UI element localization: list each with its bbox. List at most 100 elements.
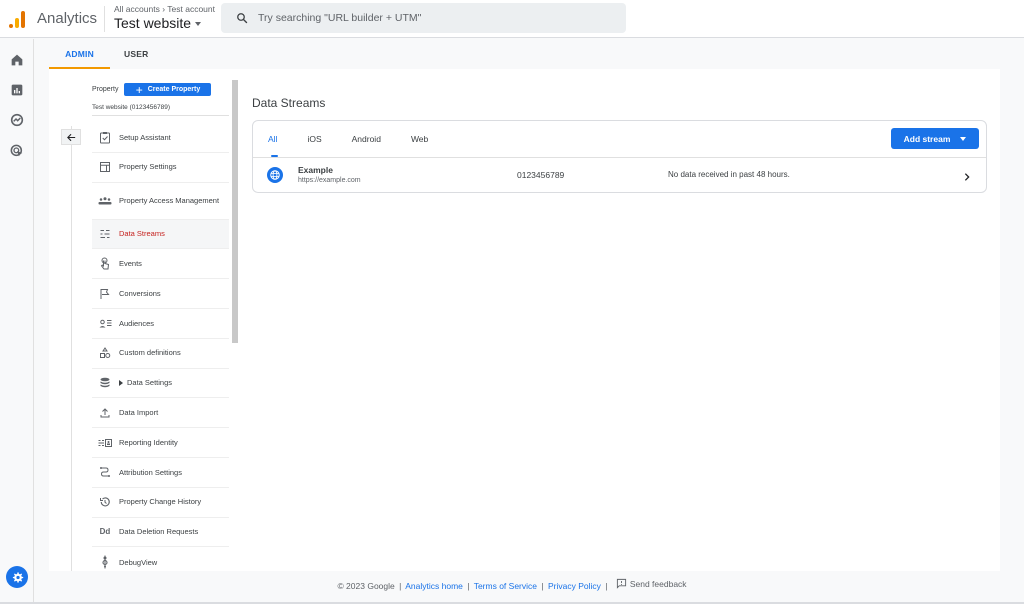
chevron-right-icon[interactable] bbox=[962, 169, 972, 187]
property-name: Test website bbox=[114, 15, 192, 31]
app-name: Analytics bbox=[37, 10, 98, 27]
menu-item-label: Attribution Settings bbox=[119, 467, 182, 477]
menu-item-custom-definitions[interactable]: Custom definitions bbox=[92, 339, 229, 369]
upload-icon bbox=[98, 406, 112, 420]
chevron-right-icon: › bbox=[162, 4, 166, 14]
menu-item-property-settings[interactable]: Property Settings bbox=[92, 153, 229, 183]
plus-icon: + bbox=[135, 82, 143, 97]
tab-user[interactable]: USER bbox=[110, 40, 164, 69]
shapes-icon bbox=[98, 346, 112, 360]
menu-item-label: Data Import bbox=[119, 408, 159, 418]
footer: © 2023 Google | Analytics home | Terms o… bbox=[0, 578, 1024, 592]
menu-item-label: Reporting Identity bbox=[119, 437, 178, 447]
menu-item-property-change-history[interactable]: Property Change History bbox=[92, 488, 229, 518]
database-icon bbox=[98, 376, 112, 390]
breadcrumb[interactable]: All accounts › Test account bbox=[114, 4, 215, 14]
divider bbox=[104, 6, 105, 32]
breadcrumb-accounts[interactable]: All accounts bbox=[114, 4, 160, 14]
caret-down-icon bbox=[195, 22, 202, 26]
audience-icon bbox=[98, 316, 112, 330]
attribution-icon bbox=[98, 465, 112, 479]
property-menu: Setup Assistant Property Settings Proper… bbox=[92, 123, 229, 577]
menu-item-label: Conversions bbox=[119, 288, 161, 298]
page-title: Data Streams bbox=[252, 96, 326, 110]
divider bbox=[92, 115, 229, 116]
left-nav bbox=[0, 39, 34, 604]
separator: | bbox=[399, 581, 402, 591]
stream-row[interactable]: Example https://example.com 0123456789 N… bbox=[253, 158, 986, 193]
advertising-icon[interactable] bbox=[9, 143, 25, 159]
tab-ios[interactable]: iOS bbox=[307, 121, 321, 157]
menu-item-reporting-identity[interactable]: Reporting Identity bbox=[92, 428, 229, 458]
data-streams-icon bbox=[98, 227, 112, 241]
admin-panel: Property + Create Property Test website … bbox=[49, 69, 1000, 571]
column-divider bbox=[71, 126, 72, 571]
caret-down-icon bbox=[960, 136, 967, 141]
menu-item-conversions[interactable]: Conversions bbox=[92, 279, 229, 309]
flag-icon bbox=[98, 287, 112, 301]
terms-link[interactable]: Terms of Service bbox=[474, 581, 537, 591]
reports-icon[interactable] bbox=[9, 82, 25, 98]
reporting-identity-icon bbox=[98, 436, 112, 450]
settings-panel-icon bbox=[98, 160, 112, 174]
tab-android[interactable]: Android bbox=[352, 121, 381, 157]
menu-item-data-deletion-requests[interactable]: Dd Data Deletion Requests bbox=[92, 518, 229, 548]
tab-all[interactable]: All bbox=[268, 121, 279, 157]
menu-item-label: Events bbox=[119, 259, 142, 269]
privacy-link[interactable]: Privacy Policy bbox=[548, 581, 601, 591]
menu-item-audiences[interactable]: Audiences bbox=[92, 309, 229, 339]
menu-item-property-access-management[interactable]: Property Access Management bbox=[92, 183, 229, 220]
data-streams-card: All iOS Android Web Add stream Example h… bbox=[252, 120, 987, 193]
menu-item-label: Audiences bbox=[119, 318, 155, 328]
menu-item-setup-assistant[interactable]: Setup Assistant bbox=[92, 123, 229, 153]
checklist-icon bbox=[98, 130, 112, 144]
property-header: Property + Create Property bbox=[92, 82, 212, 97]
add-stream-label: Add stream bbox=[903, 133, 951, 144]
back-button[interactable] bbox=[61, 129, 81, 145]
separator: | bbox=[467, 581, 470, 591]
menu-item-data-streams[interactable]: Data Streams bbox=[92, 219, 229, 250]
touch-icon bbox=[98, 257, 112, 271]
create-property-label: Create Property bbox=[147, 86, 201, 93]
menu-item-label: Custom definitions bbox=[119, 348, 181, 358]
menu-item-data-import[interactable]: Data Import bbox=[92, 398, 229, 429]
analytics-logo[interactable] bbox=[8, 10, 26, 28]
top-bar: Analytics All accounts › Test account Te… bbox=[0, 0, 1024, 38]
history-icon bbox=[98, 495, 112, 509]
scrollbar-thumb[interactable] bbox=[232, 80, 238, 343]
property-column: Property + Create Property Test website … bbox=[49, 69, 239, 571]
feedback-icon bbox=[616, 578, 626, 589]
menu-item-label: Data Streams bbox=[119, 229, 165, 239]
property-name: Test website (0123456789) bbox=[92, 104, 171, 111]
separator: | bbox=[605, 581, 608, 591]
menu-item-label: Property Settings bbox=[119, 162, 177, 172]
copyright: © 2023 Google bbox=[337, 581, 395, 591]
search-bar[interactable] bbox=[221, 3, 626, 33]
menu-item-debugview[interactable]: DebugView bbox=[92, 547, 229, 577]
menu-item-label: DebugView bbox=[119, 557, 158, 567]
home-icon[interactable] bbox=[9, 52, 25, 68]
add-stream-button[interactable]: Add stream bbox=[891, 128, 979, 149]
tab-web[interactable]: Web bbox=[411, 121, 428, 157]
arrow-left-icon bbox=[66, 133, 75, 141]
menu-item-data-settings[interactable]: Data Settings bbox=[92, 369, 229, 399]
menu-item-label: Data Settings bbox=[127, 378, 173, 388]
menu-item-events[interactable]: Events bbox=[92, 249, 229, 280]
dd-icon: Dd bbox=[99, 527, 111, 537]
stream-id: 0123456789 bbox=[517, 170, 565, 180]
separator: | bbox=[541, 581, 544, 591]
analytics-home-link[interactable]: Analytics home bbox=[405, 581, 463, 591]
tab-admin[interactable]: ADMIN bbox=[49, 40, 110, 69]
send-feedback-button[interactable]: Send feedback bbox=[616, 578, 687, 589]
explore-icon[interactable] bbox=[9, 112, 25, 128]
property-selector[interactable]: Test website bbox=[114, 15, 202, 31]
create-property-button[interactable]: + Create Property bbox=[124, 82, 212, 97]
search-icon bbox=[237, 13, 248, 24]
debug-icon bbox=[98, 555, 112, 569]
expand-arrow-icon[interactable] bbox=[119, 379, 123, 386]
search-input[interactable] bbox=[258, 12, 588, 24]
menu-item-label: Property Access Management bbox=[119, 195, 220, 205]
breadcrumb-account[interactable]: Test account bbox=[167, 4, 215, 14]
menu-item-attribution-settings[interactable]: Attribution Settings bbox=[92, 458, 229, 488]
menu-item-label: Setup Assistant bbox=[119, 132, 171, 142]
